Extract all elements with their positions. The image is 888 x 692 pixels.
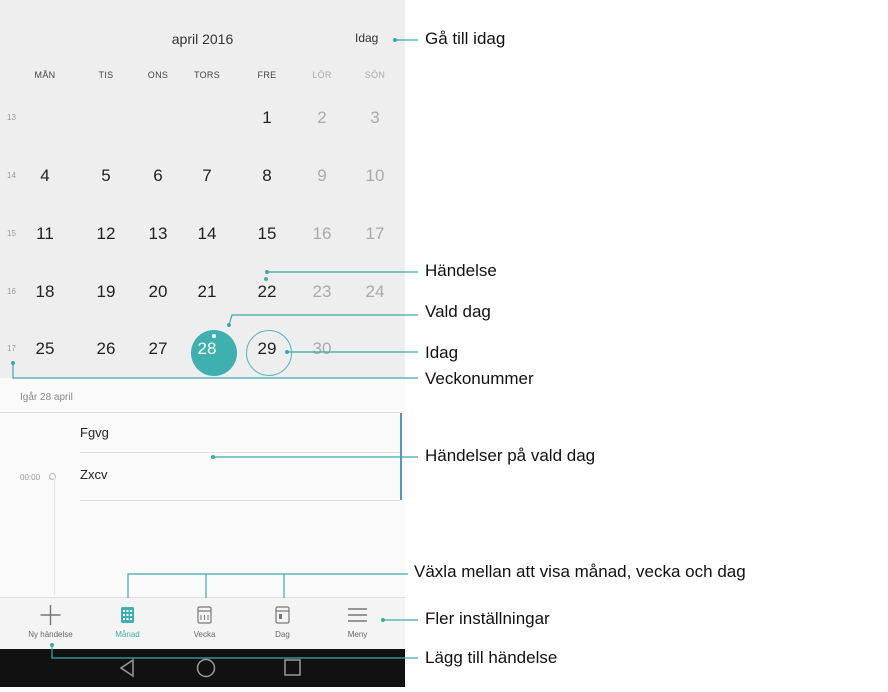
callout-events-on-day: Händelser på vald dag — [425, 446, 596, 465]
callout-add-event: Lägg till händelse — [425, 648, 558, 667]
callout-event: Händelse — [425, 261, 497, 280]
callout-more-settings: Fler inställningar — [425, 609, 550, 628]
callout-today: Idag — [425, 343, 459, 362]
callout-selected-day: Vald dag — [425, 302, 491, 321]
callout-go-today: Gå till idag — [425, 29, 506, 48]
callout-week-number: Veckonummer — [425, 369, 534, 388]
callout-switch-view: Växla mellan att visa månad, vecka och d… — [414, 562, 746, 581]
